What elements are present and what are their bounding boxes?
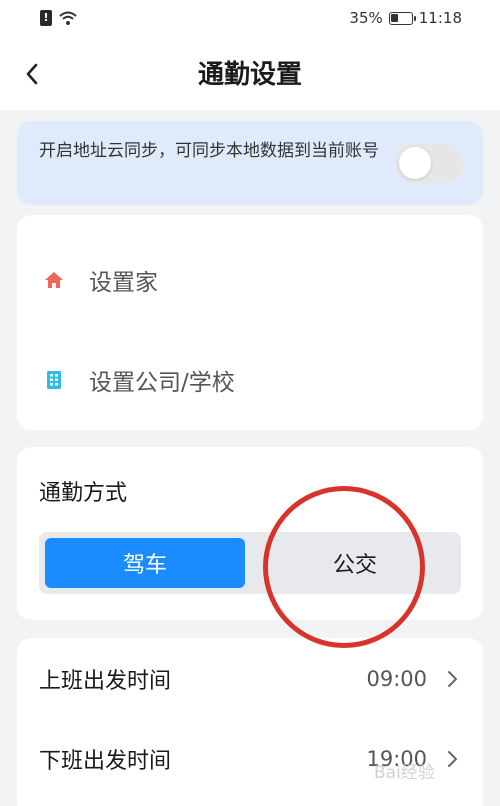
address-card: 设置家 设置公司/学校 — [17, 215, 483, 430]
battery-fill — [390, 13, 398, 22]
home-icon — [45, 272, 63, 288]
status-time: 11:18 — [418, 9, 462, 27]
chevron-left-icon — [26, 63, 38, 85]
sync-banner: 开启地址云同步，可同步本地数据到当前账号 — [17, 121, 483, 205]
back-button[interactable] — [12, 52, 52, 96]
page-title: 通勤设置 — [197, 60, 302, 90]
status-right: 35% 11:18 — [349, 9, 462, 27]
building-icon — [47, 371, 61, 389]
work-departure-value: 09:00 — [366, 667, 427, 691]
set-home-label: 设置家 — [89, 270, 158, 296]
commute-card: 通勤方式 驾车 公交 — [17, 447, 483, 620]
drive-option-button[interactable]: 驾车 — [45, 538, 245, 588]
time-card: 上班出发时间 09:00 下班出发时间 19:00 — [17, 638, 483, 806]
sim-alert-icon: ! — [40, 10, 52, 26]
set-work-label: 设置公司/学校 — [89, 370, 235, 396]
set-work-row[interactable]: 设置公司/学校 — [17, 345, 483, 415]
commute-mode-selector: 驾车 公交 — [39, 532, 461, 594]
status-left: ! — [40, 10, 78, 26]
home-departure-row[interactable]: 下班出发时间 19:00 — [17, 724, 483, 794]
work-departure-row[interactable]: 上班出发时间 09:00 — [17, 644, 483, 714]
set-home-row[interactable]: 设置家 — [17, 245, 483, 315]
status-bar: ! 35% 11:18 — [0, 0, 500, 40]
home-departure-label: 下班出发时间 — [39, 749, 172, 774]
toggle-knob — [399, 147, 431, 179]
bus-option-button[interactable]: 公交 — [255, 538, 455, 588]
battery-percent: 35% — [349, 9, 383, 27]
commute-title: 通勤方式 — [39, 481, 128, 506]
battery-icon — [388, 11, 416, 25]
wifi-icon — [59, 11, 77, 25]
sync-text: 开启地址云同步，可同步本地数据到当前账号 — [39, 141, 379, 161]
work-departure-label: 上班出发时间 — [39, 669, 172, 694]
home-departure-value: 19:00 — [366, 747, 427, 771]
chevron-right-icon — [448, 671, 457, 687]
chevron-right-icon — [448, 751, 457, 767]
sync-toggle[interactable] — [395, 143, 463, 183]
header: 通勤设置 — [0, 40, 500, 110]
